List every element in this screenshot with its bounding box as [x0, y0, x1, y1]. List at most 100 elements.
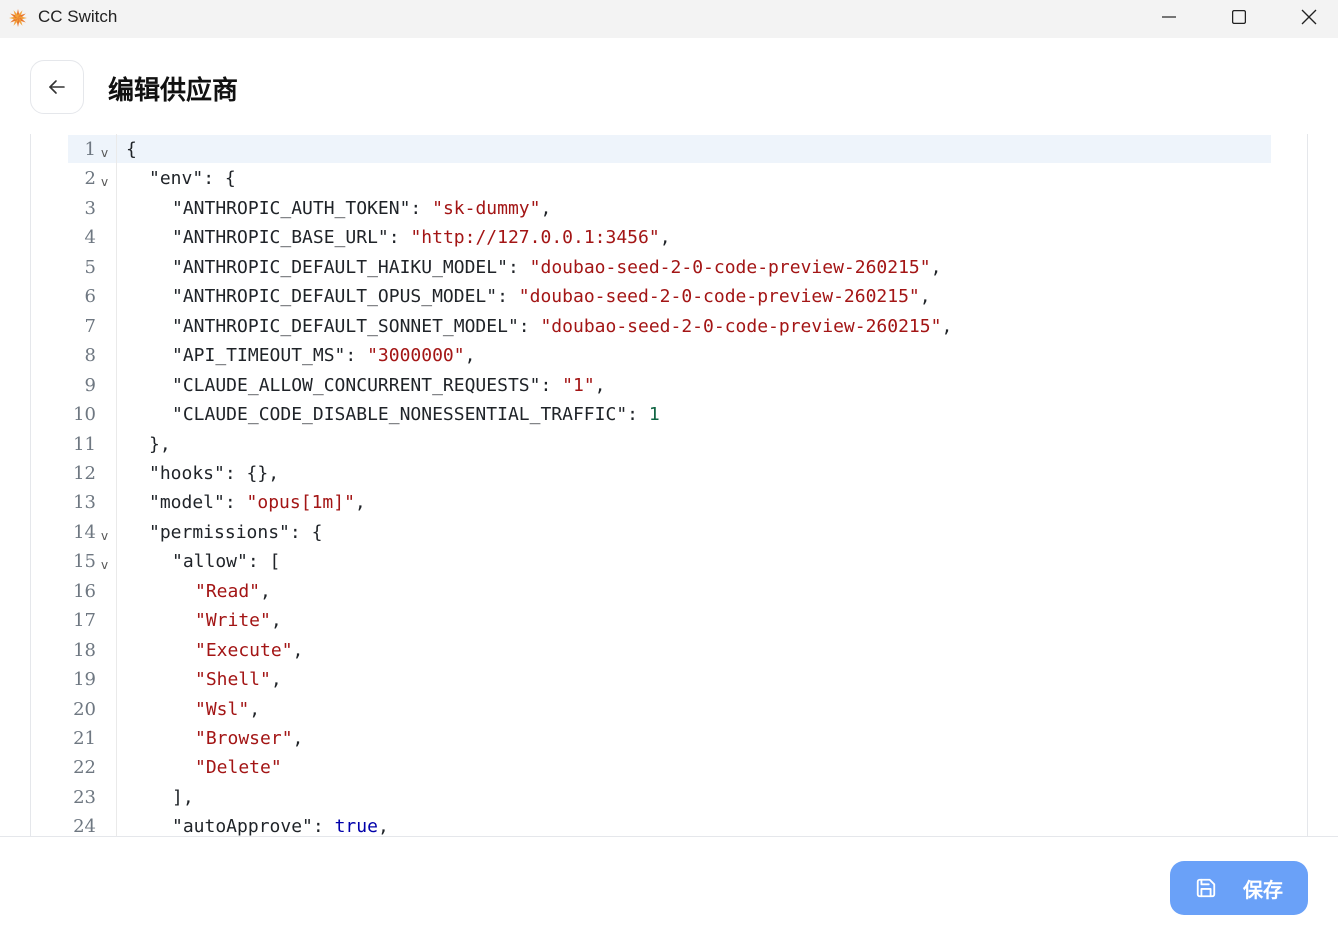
- app-logo-icon: [9, 9, 27, 27]
- code-token-punc: ,: [354, 492, 366, 514]
- code-content: "ANTHROPIC_BASE_URL": "http://127.0.0.1:…: [172, 223, 671, 252]
- code-token-str: "Write": [195, 610, 271, 632]
- code-line[interactable]: 1 v{: [31, 135, 1271, 164]
- code-line[interactable]: 11},: [31, 430, 1271, 459]
- code-line[interactable]: 15 v "allow": [: [31, 547, 1271, 576]
- code-line[interactable]: 16 "Read",: [31, 577, 1271, 606]
- maximize-button[interactable]: [1204, 0, 1274, 34]
- code-token-key: "env": [149, 168, 204, 190]
- code-token-punc: :: [540, 374, 563, 396]
- code-content: "autoApprove": true,: [172, 812, 389, 836]
- code-token-punc: :: [312, 816, 335, 836]
- code-line[interactable]: 4 "ANTHROPIC_BASE_URL": "http://127.0.0.1…: [31, 223, 1271, 252]
- code-token-punc: ,: [260, 580, 271, 602]
- code-token-str: "Browser": [195, 728, 293, 749]
- code-content: "API_TIMEOUT_MS": "3000000",: [172, 341, 475, 370]
- code-token-key: "API_TIMEOUT_MS": [172, 345, 346, 367]
- maximize-icon: [1232, 10, 1246, 24]
- code-line[interactable]: 3 "ANTHROPIC_AUTH_TOKEN": "sk-dummy",: [31, 194, 1271, 223]
- line-number: 7: [84, 315, 96, 337]
- line-number: 8: [84, 345, 96, 367]
- code-token-key: "hooks": [149, 462, 225, 484]
- code-content: "model": "opus[1m]",: [149, 488, 366, 517]
- code-content: "CLAUDE_CODE_DISABLE_NONESSENTIAL_TRAFFI…: [172, 400, 660, 429]
- minimize-button[interactable]: [1134, 0, 1204, 34]
- code-line[interactable]: 22 "Delete": [31, 753, 1271, 782]
- line-number: 21: [73, 728, 96, 749]
- line-number: 23: [73, 786, 96, 808]
- code-content: "ANTHROPIC_AUTH_TOKEN": "sk-dummy",: [172, 194, 551, 223]
- code-token-key: "model": [149, 492, 225, 514]
- code-token-str: "sk-dummy": [432, 197, 541, 219]
- line-number: 9: [84, 374, 96, 396]
- line-number: 13: [73, 492, 96, 514]
- code-line[interactable]: 10 "CLAUDE_CODE_DISABLE_NONESSENTIAL_TRAF…: [31, 400, 1271, 429]
- code-token-key: "ANTHROPIC_DEFAULT_SONNET_MODEL": [172, 315, 519, 337]
- code-line[interactable]: 13 "model": "opus[1m]",: [31, 488, 1271, 517]
- code-line[interactable]: 14 v "permissions": {: [31, 518, 1271, 547]
- close-button[interactable]: [1274, 0, 1338, 34]
- code-token-num: 1: [648, 404, 660, 426]
- code-token-key: "ANTHROPIC_DEFAULT_HAIKU_MODEL": [172, 256, 508, 278]
- line-number: 10: [73, 404, 96, 426]
- code-line[interactable]: 24 "autoApprove": true,: [31, 812, 1271, 836]
- line-number: 24: [73, 816, 96, 836]
- code-token-key: "autoApprove": [172, 816, 313, 836]
- code-token-key: "ANTHROPIC_DEFAULT_OPUS_MODEL": [172, 286, 498, 308]
- code-token-str: "http://127.0.0.1:3456": [410, 227, 660, 249]
- code-token-key: "allow": [172, 551, 248, 573]
- code-line[interactable]: 23],: [31, 783, 1271, 812]
- code-line[interactable]: 21 "Browser",: [31, 724, 1271, 753]
- code-token-punc: :: [388, 227, 411, 249]
- code-content: "ANTHROPIC_DEFAULT_OPUS_MODEL": "doubao-…: [172, 282, 931, 311]
- code-token-key: "ANTHROPIC_AUTH_TOKEN": [172, 197, 411, 219]
- code-token-str: "doubao-seed-2-0-code-preview-260215": [540, 315, 942, 337]
- code-token-bool: true: [334, 816, 378, 836]
- line-number: 16: [73, 580, 96, 602]
- code-token-punc: },: [149, 433, 171, 455]
- save-button[interactable]: 保存: [1170, 861, 1308, 915]
- line-number: 11: [73, 433, 96, 455]
- code-content: "permissions": {: [149, 518, 322, 547]
- code-line[interactable]: 12 "hooks": {},: [31, 459, 1271, 488]
- code-line[interactable]: 19 "Shell",: [31, 665, 1271, 694]
- code-token-punc: :: [345, 345, 368, 367]
- code-line[interactable]: 8 "API_TIMEOUT_MS": "3000000",: [31, 341, 1271, 370]
- code-token-punc: ,: [464, 345, 476, 367]
- code-line[interactable]: 6 "ANTHROPIC_DEFAULT_OPUS_MODEL": "doubao…: [31, 282, 1271, 311]
- minimize-icon: [1162, 16, 1176, 18]
- json-code-editor[interactable]: 1 v{2 v "env": {3 "ANTHROPIC_AUTH_TOKEN": "s…: [30, 134, 1308, 836]
- code-line[interactable]: 17 "Write",: [31, 606, 1271, 635]
- code-line[interactable]: 5 "ANTHROPIC_DEFAULT_HAIKU_MODEL": "douba…: [31, 253, 1271, 282]
- code-token-punc: ,: [377, 816, 389, 836]
- code-line[interactable]: 18 "Execute",: [31, 636, 1271, 665]
- line-number: 18: [73, 639, 96, 661]
- code-line[interactable]: 2 v "env": {: [31, 164, 1271, 193]
- code-line[interactable]: 9 "CLAUDE_ALLOW_CONCURRENT_REQUESTS": "1"…: [31, 371, 1271, 400]
- line-number: 1: [84, 139, 96, 160]
- code-token-punc: ,: [941, 315, 953, 337]
- code-token-str: "Shell": [195, 669, 271, 691]
- code-token-punc: ,: [270, 610, 282, 632]
- code-token-key: "CLAUDE_ALLOW_CONCURRENT_REQUESTS": [172, 374, 541, 396]
- code-token-key: "CLAUDE_CODE_DISABLE_NONESSENTIAL_TRAFFI…: [172, 404, 628, 426]
- code-content: {: [126, 135, 137, 164]
- line-number: 17: [73, 610, 96, 632]
- line-number: 14: [73, 521, 96, 543]
- code-content: "env": {: [149, 164, 236, 193]
- code-line[interactable]: 7 "ANTHROPIC_DEFAULT_SONNET_MODEL": "doub…: [31, 312, 1271, 341]
- code-token-punc: :: [224, 492, 247, 514]
- code-token-str: "doubao-seed-2-0-code-preview-260215": [529, 256, 931, 278]
- title-bar: CC Switch: [0, 0, 1338, 38]
- code-token-str: "Wsl": [195, 698, 250, 720]
- code-content: "Write",: [195, 606, 282, 635]
- line-number: 2: [84, 168, 96, 190]
- code-content: "hooks": {},: [149, 459, 279, 488]
- line-number: 19: [73, 669, 96, 691]
- code-token-punc: ,: [270, 669, 282, 691]
- code-token-punc: :: [627, 404, 649, 426]
- code-token-punc: : {: [289, 521, 323, 543]
- back-button[interactable]: [30, 60, 84, 114]
- footer-divider: [0, 836, 1338, 837]
- code-line[interactable]: 20 "Wsl",: [31, 695, 1271, 724]
